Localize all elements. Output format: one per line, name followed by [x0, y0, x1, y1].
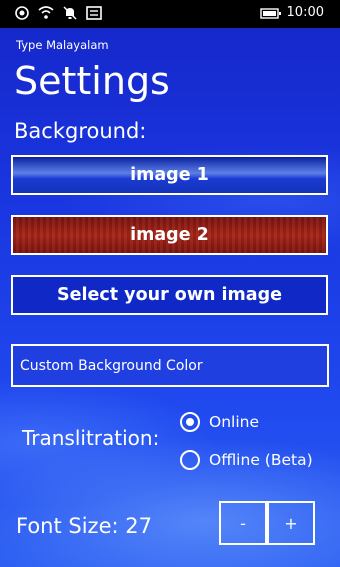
radio-selected-icon — [180, 412, 200, 432]
custom-background-color-placeholder: Custom Background Color — [20, 357, 203, 374]
battery-icon — [260, 6, 282, 25]
image-2-button-label: image 2 — [130, 225, 209, 245]
radio-online[interactable]: Online — [180, 412, 259, 432]
radio-unselected-icon — [180, 450, 200, 470]
image-1-button[interactable]: image 1 — [11, 155, 328, 195]
select-own-image-button[interactable]: Select your own image — [11, 275, 328, 315]
radio-online-label: Online — [209, 413, 259, 431]
page-title: Settings — [14, 59, 170, 103]
transliteration-label: Translitration: — [22, 426, 160, 450]
image-2-button[interactable]: image 2 — [11, 215, 328, 255]
decrease-label: - — [240, 513, 246, 533]
font-size-label: Font Size: 27 — [16, 514, 152, 538]
increase-label: + — [284, 513, 298, 533]
wifi-icon — [38, 6, 54, 25]
font-size-decrease-button[interactable]: - — [219, 501, 267, 545]
quiet-hours-icon — [62, 6, 78, 25]
clock-time: 10:00 — [286, 5, 324, 20]
radio-offline[interactable]: Offline (Beta) — [180, 450, 313, 470]
image-1-button-label: image 1 — [130, 165, 209, 185]
custom-background-color-field[interactable]: Custom Background Color — [11, 344, 329, 387]
app-title: Type Malayalam — [16, 38, 109, 52]
message-icon — [86, 6, 102, 25]
font-size-increase-button[interactable]: + — [267, 501, 315, 545]
select-own-image-label: Select your own image — [57, 285, 282, 305]
radio-offline-label: Offline (Beta) — [209, 451, 313, 469]
status-bar: 10:00 — [0, 0, 340, 28]
background-label: Background: — [14, 119, 147, 143]
signal-icon — [14, 6, 30, 25]
